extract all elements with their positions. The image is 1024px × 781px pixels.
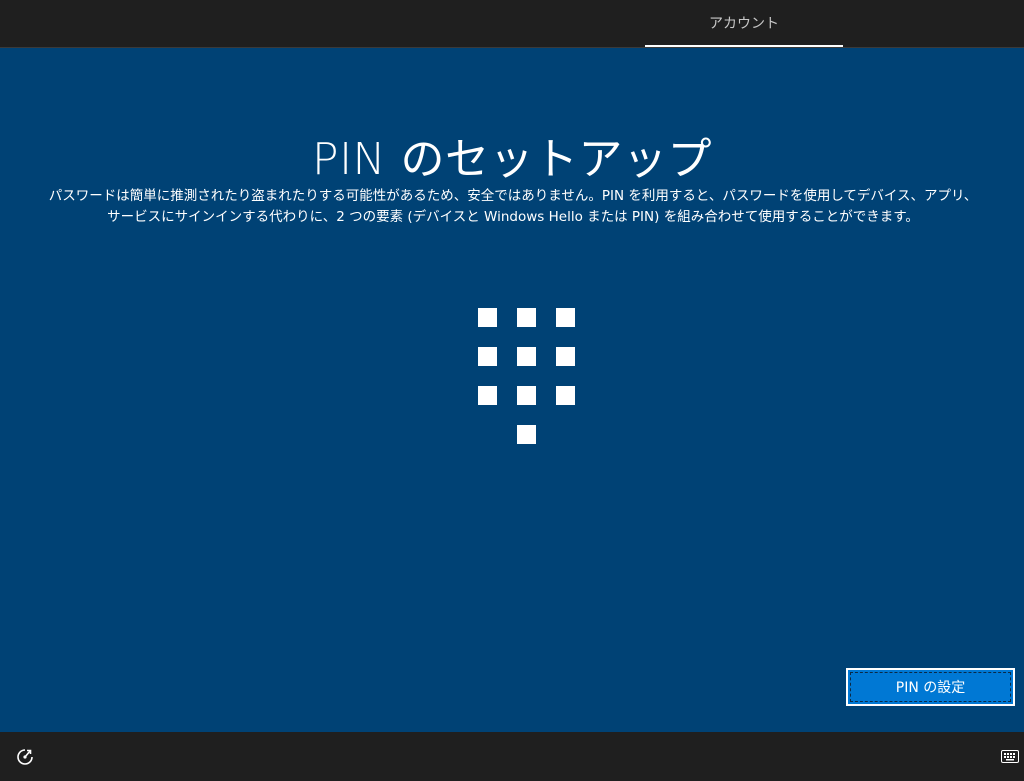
keypad-key bbox=[478, 386, 497, 405]
oobe-window: アカウント PIN のセットアップ パスワードは簡単に推測されたり盗まれたりする… bbox=[0, 0, 1024, 781]
pin-keypad-icon bbox=[478, 308, 576, 444]
tab-account: アカウント bbox=[645, 0, 843, 47]
keyboard-button[interactable] bbox=[1000, 748, 1020, 764]
ease-of-access-button[interactable] bbox=[12, 744, 38, 770]
setup-pin-button[interactable]: PIN の設定 bbox=[846, 668, 1015, 706]
keypad-key bbox=[478, 347, 497, 366]
page-description: パスワードは簡単に推測されたり盗まれたりする可能性があるため、安全ではありません… bbox=[48, 188, 978, 225]
keypad-key bbox=[517, 347, 536, 366]
keyboard-icon bbox=[1001, 749, 1019, 763]
keypad-key bbox=[478, 308, 497, 327]
keypad-key bbox=[517, 425, 536, 444]
keypad-key bbox=[517, 386, 536, 405]
top-bar: アカウント bbox=[0, 0, 1024, 47]
page-title: PIN のセットアップ bbox=[312, 134, 712, 185]
keypad-key bbox=[556, 347, 575, 366]
bottom-bar bbox=[0, 732, 1024, 781]
keypad-key bbox=[556, 386, 575, 405]
keypad-key bbox=[517, 308, 536, 327]
ease-of-access-icon bbox=[17, 749, 33, 765]
main-panel: PIN のセットアップ パスワードは簡単に推測されたり盗まれたりする可能性がある… bbox=[0, 48, 1024, 732]
keypad-key bbox=[556, 308, 575, 327]
